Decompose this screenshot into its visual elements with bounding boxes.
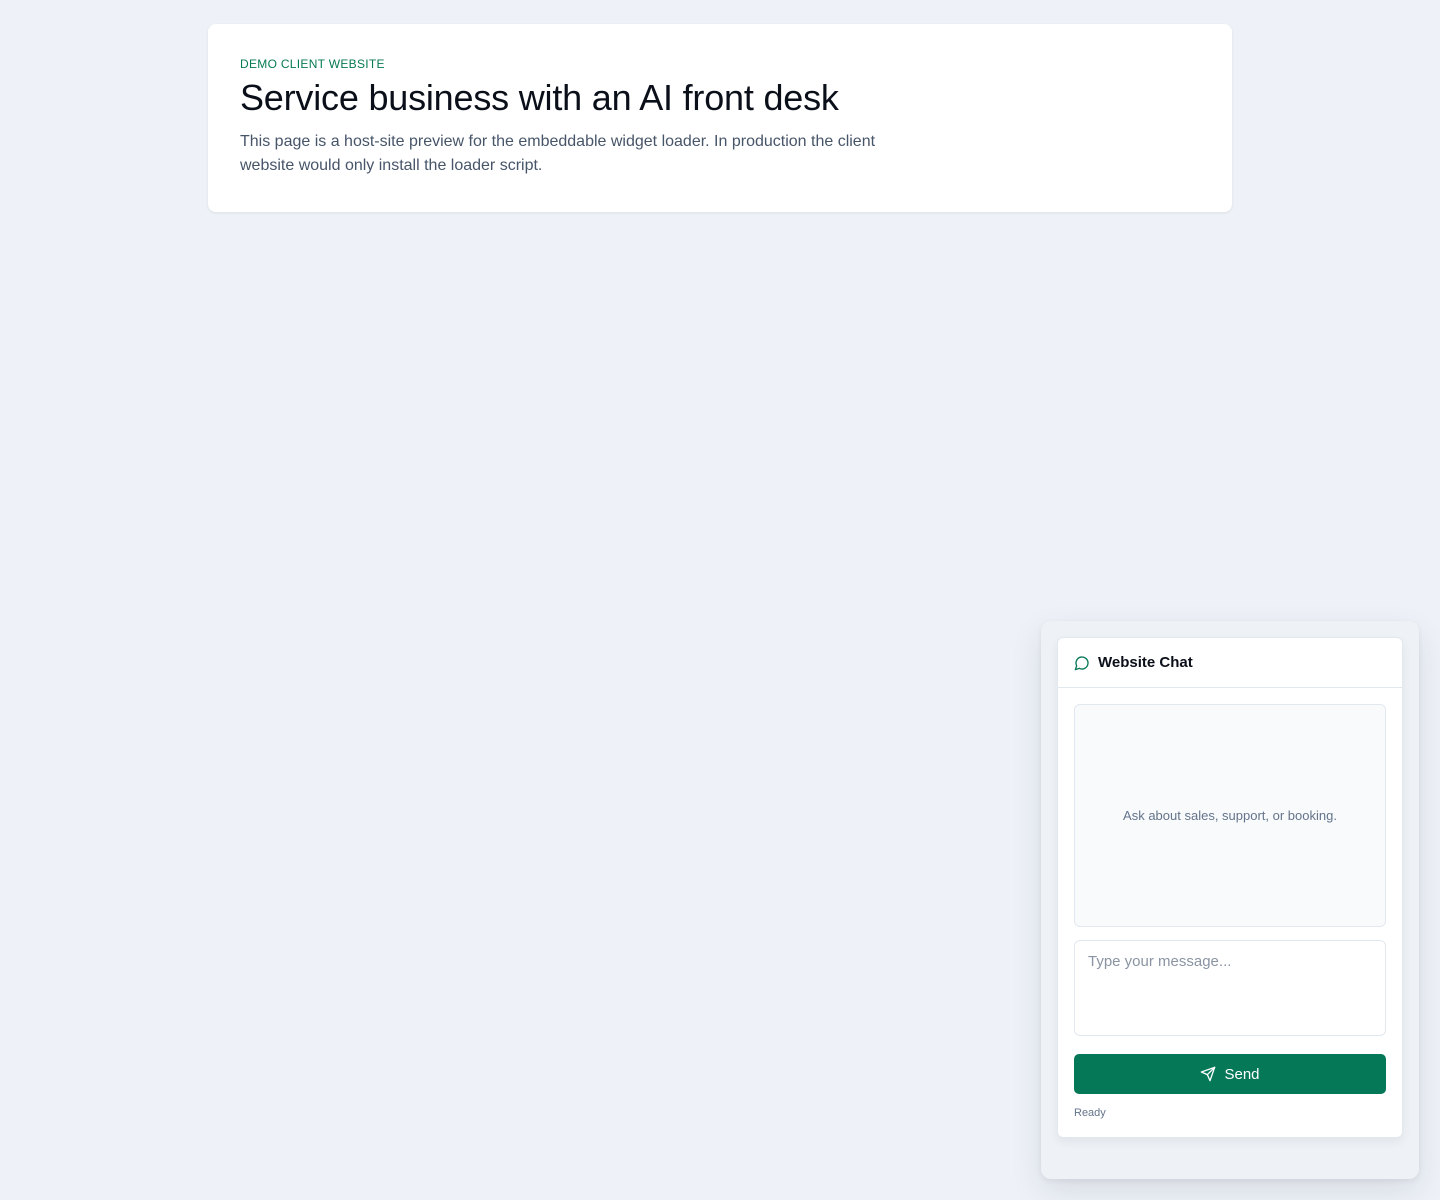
message-input[interactable]	[1074, 940, 1386, 1036]
chat-header: Website Chat	[1058, 638, 1402, 688]
send-icon	[1200, 1066, 1216, 1082]
chat-bubble-icon	[1074, 655, 1090, 671]
send-button-label: Send	[1224, 1065, 1260, 1083]
status-text: Ready	[1074, 1107, 1106, 1119]
chat-title: Website Chat	[1098, 654, 1193, 671]
message-list[interactable]: Ask about sales, support, or booking.	[1074, 704, 1386, 927]
hero-eyebrow: DEMO CLIENT WEBSITE	[240, 57, 385, 71]
hero-card: DEMO CLIENT WEBSITE Service business wit…	[208, 24, 1232, 212]
send-button[interactable]: Send	[1074, 1054, 1386, 1094]
page-title: Service business with an AI front desk	[240, 77, 839, 118]
chat-widget: Website Chat Ask about sales, support, o…	[1057, 637, 1403, 1138]
hero-description: This page is a host-site preview for the…	[240, 133, 876, 174]
empty-state-text: Ask about sales, support, or booking.	[1123, 808, 1337, 823]
chat-widget-frame: Website Chat Ask about sales, support, o…	[1041, 621, 1419, 1179]
